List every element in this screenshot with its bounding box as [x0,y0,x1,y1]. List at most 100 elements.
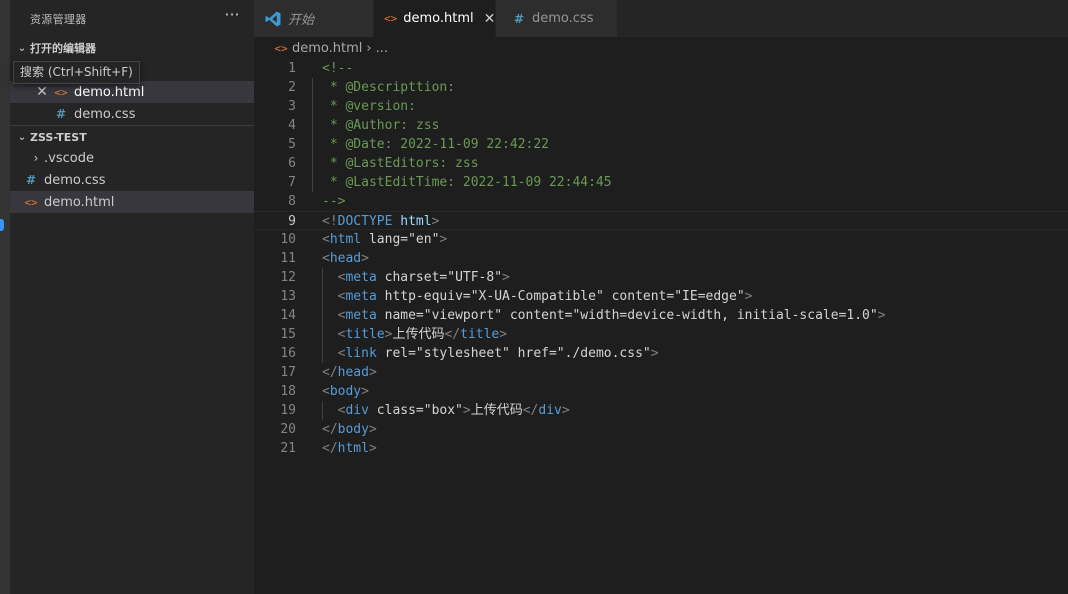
line-number: 5 [288,137,296,152]
line-number: 6 [288,156,296,171]
tab-label: demo.css [532,11,594,26]
line-number: 21 [280,441,296,456]
explorer-sidebar: 资源管理器 ··· ⌄ 打开的编辑器 ✕ <> demo.html # demo… [10,0,254,594]
tab-demo-html[interactable]: <> demo.html ✕ [374,0,496,37]
line-number: 14 [280,308,296,323]
code-text: </html> [322,441,377,456]
close-icon[interactable]: ✕ [34,84,50,100]
code-text: * @version: [322,99,416,114]
open-editors-label: 打开的编辑器 [30,42,96,55]
line-number: 17 [280,365,296,380]
code-text: </head> [322,365,377,380]
code-line[interactable]: 21 </html> [254,439,1068,458]
line-number: 13 [280,289,296,304]
code-line[interactable]: 7 * @LastEditTime: 2022-11-09 22:44:45 [254,173,1068,192]
code-text: * @LastEditTime: 2022-11-09 22:44:45 [322,175,612,190]
line-number: 15 [280,327,296,342]
code-text: <div class="box">上传代码</div> [337,403,570,418]
code-line[interactable]: 17 </head> [254,363,1068,382]
tree-item-label: .vscode [44,150,94,166]
search-tooltip: 搜索 (Ctrl+Shift+F) [13,61,140,84]
open-editor-label: demo.html [74,84,145,100]
sidebar-title: 资源管理器 [30,13,87,26]
line-number: 7 [288,175,296,190]
line-number: 18 [280,384,296,399]
line-number: 2 [288,80,296,95]
code-text: * @Descripttion: [322,80,456,95]
code-text: <body> [322,384,369,399]
line-number: 10 [280,232,296,247]
code-text: <meta http-equiv="X-UA-Compatible" conte… [337,289,753,304]
open-editors-header[interactable]: ⌄ 打开的编辑器 [10,37,254,59]
code-line[interactable]: 20 </body> [254,420,1068,439]
tree-item-demo-css[interactable]: # demo.css [10,169,254,191]
code-line[interactable]: 9 <!DOCTYPE html> [254,211,1068,230]
breadcrumb-rest[interactable]: ... [376,41,388,56]
code-text: * @Date: 2022-11-09 22:42:22 [322,137,549,152]
line-number: 4 [288,118,296,133]
code-line[interactable]: 19 <div class="box">上传代码</div> [254,401,1068,420]
tree-item-label: demo.css [44,172,106,188]
css-file-icon: # [25,173,37,187]
code-text: </body> [322,422,377,437]
html-file-icon: <> [54,85,68,99]
code-line[interactable]: 1 <!-- [254,59,1068,78]
line-number: 20 [280,422,296,437]
breadcrumb-file[interactable]: demo.html [292,41,362,56]
open-editor-item-demo-css[interactable]: # demo.css [10,103,254,125]
line-number: 19 [280,403,296,418]
open-editor-label: demo.css [74,106,136,122]
indent-guide [322,268,323,363]
code-line[interactable]: 14 <meta name="viewport" content="width=… [254,306,1068,325]
workspace-header[interactable]: ⌄ ZSS-TEST [10,126,254,148]
code-line[interactable]: 12 <meta charset="UTF-8"> [254,268,1068,287]
code-line[interactable]: 11 <head> [254,249,1068,268]
code-text: <link rel="stylesheet" href="./demo.css"… [337,346,659,361]
tab-welcome[interactable]: 开始 [254,0,374,37]
code-line[interactable]: 8 --> [254,192,1068,211]
tab-label: demo.html [403,11,474,26]
close-icon[interactable]: ✕ [484,11,496,27]
tree-item-demo-html[interactable]: <> demo.html [10,191,254,213]
code-text: * @LastEditors: zss [322,156,479,171]
chevron-right-icon: › [33,151,39,165]
code-line[interactable]: 16 <link rel="stylesheet" href="./demo.c… [254,344,1068,363]
chevron-right-icon: › [366,40,372,56]
css-file-icon: # [55,107,67,121]
line-number: 1 [288,61,296,76]
code-text: <!DOCTYPE html> [322,214,440,229]
tree-item-vscode-folder[interactable]: › .vscode [10,147,254,169]
html-file-icon: <> [24,195,38,209]
workspace-label: ZSS-TEST [30,130,87,144]
code-line[interactable]: 5 * @Date: 2022-11-09 22:42:22 [254,135,1068,154]
code-line[interactable]: 15 <title>上传代码</title> [254,325,1068,344]
indent-guide [322,401,323,420]
chevron-down-icon: ⌄ [17,131,27,143]
code-text: <title>上传代码</title> [337,327,508,342]
code-text: <meta name="viewport" content="width=dev… [337,308,886,323]
code-line[interactable]: 10 <html lang="en"> [254,230,1068,249]
line-number: 9 [288,214,296,229]
more-actions-icon[interactable]: ··· [222,6,242,26]
chevron-down-icon: ⌄ [17,42,27,54]
line-number: 16 [280,346,296,361]
css-file-icon: # [513,11,525,26]
code-line[interactable]: 6 * @LastEditors: zss [254,154,1068,173]
tab-label: 开始 [288,13,315,28]
code-text: <head> [322,251,369,266]
activity-indicator [0,219,4,231]
code-editor[interactable]: 1 <!-- 2 * @Descripttion: 3 * @version: 4 * … [254,59,1068,594]
open-editor-item-demo-html[interactable]: ✕ <> demo.html [10,81,254,103]
tab-demo-css[interactable]: # demo.css [496,0,618,37]
line-number: 3 [288,99,296,114]
code-line[interactable]: 18 <body> [254,382,1068,401]
activity-bar [0,0,10,594]
code-text: <meta charset="UTF-8"> [337,270,510,285]
code-line[interactable]: 2 * @Descripttion: [254,78,1068,97]
code-line[interactable]: 4 * @Author: zss [254,116,1068,135]
code-text: --> [322,194,346,209]
code-line[interactable]: 3 * @version: [254,97,1068,116]
line-number: 11 [280,251,296,266]
code-line[interactable]: 13 <meta http-equiv="X-UA-Compatible" co… [254,287,1068,306]
code-text: <html lang="en"> [322,232,448,247]
